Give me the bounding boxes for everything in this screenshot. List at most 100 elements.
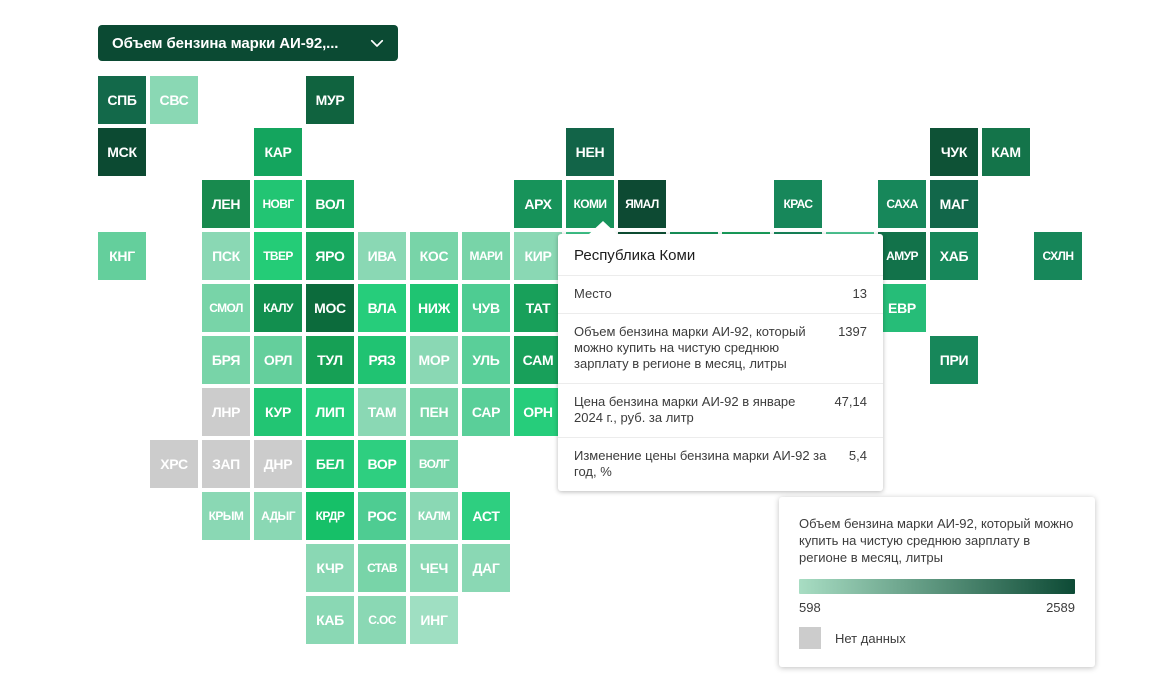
region-tile[interactable]: ОРЛ (254, 336, 302, 384)
region-tile[interactable]: КАЛУ (254, 284, 302, 332)
region-tile[interactable]: ПСК (202, 232, 250, 280)
region-tile[interactable]: МОР (410, 336, 458, 384)
region-tile-label: ДНР (263, 456, 293, 472)
region-tile[interactable]: ТАМ (358, 388, 406, 436)
region-tile-label: ЕВР (888, 300, 916, 316)
region-tile-label: КОС (419, 248, 449, 264)
region-tile[interactable]: КРДР (306, 492, 354, 540)
region-tile-label: ЛНР (211, 404, 241, 420)
region-tile-label: КАЛУ (263, 301, 293, 315)
region-tile[interactable]: ЕВР (878, 284, 926, 332)
region-tile-label: КАМ (991, 144, 1021, 160)
region-tile-label: ЛИП (315, 404, 345, 420)
region-tile[interactable]: САР (462, 388, 510, 436)
region-tile[interactable]: НЕН (566, 128, 614, 176)
tooltip-row-value: 5,4 (848, 448, 867, 463)
region-tile[interactable]: ЗАП (202, 440, 250, 488)
region-tile[interactable]: СТАВ (358, 544, 406, 592)
region-tile[interactable]: ПРИ (930, 336, 978, 384)
region-tile[interactable]: ИНГ (410, 596, 458, 644)
region-tile-label: МСК (107, 144, 137, 160)
region-tile[interactable]: АДЫГ (254, 492, 302, 540)
region-tile[interactable]: КАМ (982, 128, 1030, 176)
region-tile-label: КАР (264, 144, 292, 160)
region-tile[interactable]: КРЫМ (202, 492, 250, 540)
region-tile[interactable]: БЕЛ (306, 440, 354, 488)
region-tile[interactable]: КИР (514, 232, 562, 280)
region-tile-label: ОРН (523, 404, 553, 420)
region-tile-label: НЕН (575, 144, 605, 160)
region-tile[interactable]: ВЛА (358, 284, 406, 332)
region-tile[interactable]: БРЯ (202, 336, 250, 384)
legend-nodata-entry: Нет данных (799, 627, 1075, 649)
region-tile-label: МАРИ (469, 249, 504, 263)
region-tile-label: НОВГ (262, 197, 294, 211)
region-tile-label: С.ОС (368, 613, 396, 627)
region-tile[interactable]: ХРС (150, 440, 198, 488)
region-tile-label: ДАГ (472, 560, 500, 576)
region-tile[interactable]: САХА (878, 180, 926, 228)
region-tile[interactable]: ХАБ (930, 232, 978, 280)
region-tile[interactable]: КАР (254, 128, 302, 176)
region-tile[interactable]: МУР (306, 76, 354, 124)
region-tile[interactable]: СВС (150, 76, 198, 124)
region-tile[interactable]: ВОЛГ (410, 440, 458, 488)
region-tile[interactable]: АСТ (462, 492, 510, 540)
region-tile[interactable]: КУР (254, 388, 302, 436)
tooltip-row: Место 13 (558, 276, 883, 314)
region-tile[interactable]: МСК (98, 128, 146, 176)
region-tile[interactable]: САМ (514, 336, 562, 384)
region-tile[interactable]: РОС (358, 492, 406, 540)
region-tile[interactable]: РЯЗ (358, 336, 406, 384)
region-tile[interactable]: ВОЛ (306, 180, 354, 228)
region-tile-label: АМУР (886, 249, 918, 263)
region-tile[interactable]: ОРН (514, 388, 562, 436)
region-tile-label: КОМИ (573, 197, 607, 211)
tooltip-rows: Место 13 Объем бензина марки АИ-92, которы… (558, 276, 883, 491)
region-tile[interactable]: УЛЬ (462, 336, 510, 384)
region-tile[interactable]: ДНР (254, 440, 302, 488)
region-tile[interactable]: ЯРО (306, 232, 354, 280)
region-tile-label: АДЫГ (261, 509, 295, 523)
region-tile[interactable]: ТАТ (514, 284, 562, 332)
region-tile[interactable]: ЛЕН (202, 180, 250, 228)
region-tile[interactable]: НИЖ (410, 284, 458, 332)
region-tile[interactable]: ПЕН (410, 388, 458, 436)
region-tile[interactable]: КРАС (774, 180, 822, 228)
region-tile[interactable]: КНГ (98, 232, 146, 280)
region-tile[interactable]: ЧУВ (462, 284, 510, 332)
region-tile-label: МУР (315, 92, 345, 108)
region-tile[interactable]: ЛИП (306, 388, 354, 436)
region-tile[interactable]: МОС (306, 284, 354, 332)
region-tile-label: САМ (522, 352, 554, 368)
region-tile[interactable]: ЯМАЛ (618, 180, 666, 228)
region-tile-label: КНГ (109, 248, 135, 264)
region-tile[interactable]: ДАГ (462, 544, 510, 592)
region-tile[interactable]: АМУР (878, 232, 926, 280)
region-tile[interactable]: ТУЛ (306, 336, 354, 384)
region-tile-label: МАГ (939, 196, 969, 212)
tooltip-title: Республика Коми (558, 234, 883, 276)
region-tile[interactable]: С.ОС (358, 596, 406, 644)
region-tile[interactable]: СМОЛ (202, 284, 250, 332)
region-tile[interactable]: ЛНР (202, 388, 250, 436)
region-tile[interactable]: МАГ (930, 180, 978, 228)
region-tile[interactable]: ЧУК (930, 128, 978, 176)
region-tile[interactable]: КАБ (306, 596, 354, 644)
region-tile[interactable]: ТВЕР (254, 232, 302, 280)
region-tile[interactable]: СПБ (98, 76, 146, 124)
region-tile[interactable]: КЧР (306, 544, 354, 592)
region-tile[interactable]: КАЛМ (410, 492, 458, 540)
region-tile[interactable]: ИВА (358, 232, 406, 280)
region-tile[interactable]: ВОР (358, 440, 406, 488)
region-tile[interactable]: МАРИ (462, 232, 510, 280)
region-tile[interactable]: АРХ (514, 180, 562, 228)
region-tile-label: ЛЕН (211, 196, 241, 212)
region-tile[interactable]: КОС (410, 232, 458, 280)
region-tile-label: ЧУВ (472, 300, 500, 316)
region-tile-label: ПЕН (419, 404, 449, 420)
region-tile-label: НИЖ (418, 300, 450, 316)
region-tile[interactable]: НОВГ (254, 180, 302, 228)
region-tile[interactable]: ЧЕЧ (410, 544, 458, 592)
region-tile[interactable]: СХЛН (1034, 232, 1082, 280)
